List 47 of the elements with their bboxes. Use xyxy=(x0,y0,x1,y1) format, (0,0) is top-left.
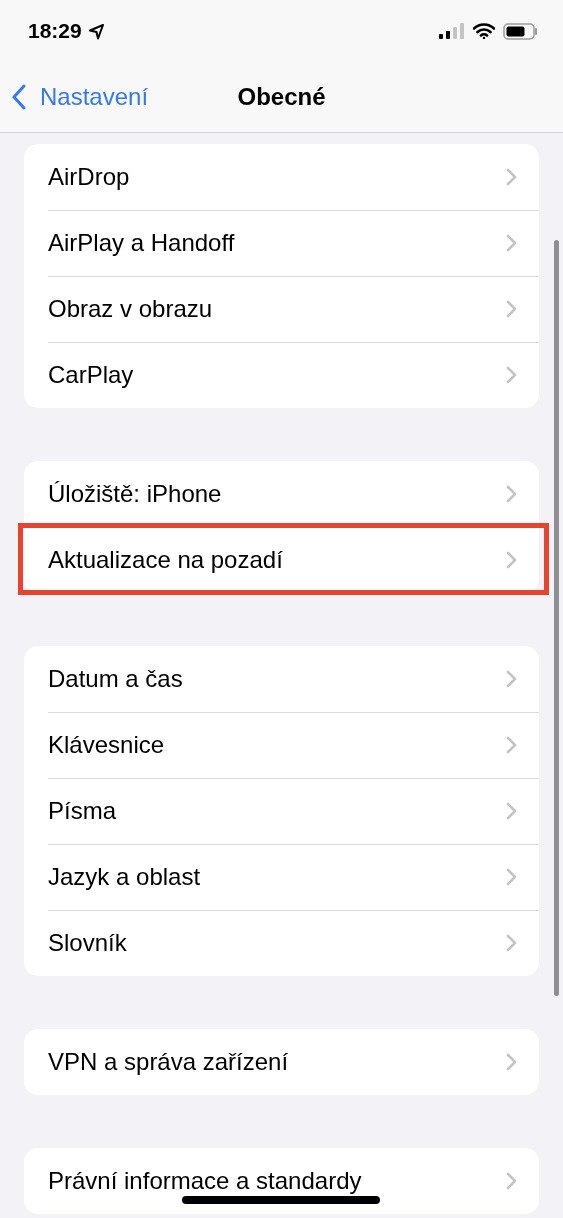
row-label: Úložiště: iPhone xyxy=(48,480,222,508)
settings-row[interactable]: AirPlay a Handoff xyxy=(24,210,539,276)
signal-icon xyxy=(439,23,465,39)
settings-row[interactable]: VPN a správa zařízení xyxy=(24,1029,539,1095)
chevron-icon xyxy=(506,551,517,569)
row-label: Jazyk a oblast xyxy=(48,863,201,891)
back-chevron-icon xyxy=(12,84,26,110)
chevron-icon xyxy=(506,868,517,886)
chevron-icon xyxy=(506,168,517,186)
battery-icon xyxy=(503,22,539,40)
settings-row[interactable]: Právní informace a standardy xyxy=(24,1148,539,1214)
settings-row[interactable]: Klávesnice xyxy=(24,712,539,778)
row-label: VPN a správa zařízení xyxy=(48,1048,289,1076)
chevron-icon xyxy=(506,934,517,952)
row-label: Právní informace a standardy xyxy=(48,1167,362,1195)
row-label: Písma xyxy=(48,797,116,825)
chevron-icon xyxy=(506,670,517,688)
chevron-icon xyxy=(506,485,517,503)
chevron-icon xyxy=(506,802,517,820)
status-time: 18:29 xyxy=(28,19,82,43)
settings-row[interactable]: Písma xyxy=(24,778,539,844)
settings-row[interactable]: CarPlay xyxy=(24,342,539,408)
settings-row[interactable]: Slovník xyxy=(24,910,539,976)
row-label: Datum a čas xyxy=(48,665,183,693)
page-title: Obecné xyxy=(237,83,326,111)
chevron-icon xyxy=(506,736,517,754)
settings-row[interactable]: AirDrop xyxy=(24,144,539,210)
back-button[interactable]: Nastavení xyxy=(12,83,149,111)
settings-row[interactable]: Úložiště: iPhone xyxy=(24,461,539,527)
chevron-icon xyxy=(506,366,517,384)
chevron-icon xyxy=(506,1172,517,1190)
settings-row[interactable]: Obraz v obrazu xyxy=(24,276,539,342)
row-label: AirDrop xyxy=(48,163,130,191)
chevron-icon xyxy=(506,234,517,252)
wifi-icon xyxy=(473,23,495,39)
chevron-icon xyxy=(506,300,517,318)
settings-row[interactable]: Jazyk a oblast xyxy=(24,844,539,910)
row-label: Slovník xyxy=(48,929,127,957)
location-arrow-icon xyxy=(87,22,105,40)
settings-row[interactable]: Aktualizace na pozadí xyxy=(24,527,539,593)
row-label: Klávesnice xyxy=(48,731,165,759)
chevron-icon xyxy=(506,1053,517,1071)
settings-row[interactable]: Datum a čas xyxy=(24,646,539,712)
row-label: AirPlay a Handoff xyxy=(48,229,235,257)
row-label: CarPlay xyxy=(48,361,134,389)
row-label: Aktualizace na pozadí xyxy=(48,546,283,574)
row-label: Obraz v obrazu xyxy=(48,295,213,323)
